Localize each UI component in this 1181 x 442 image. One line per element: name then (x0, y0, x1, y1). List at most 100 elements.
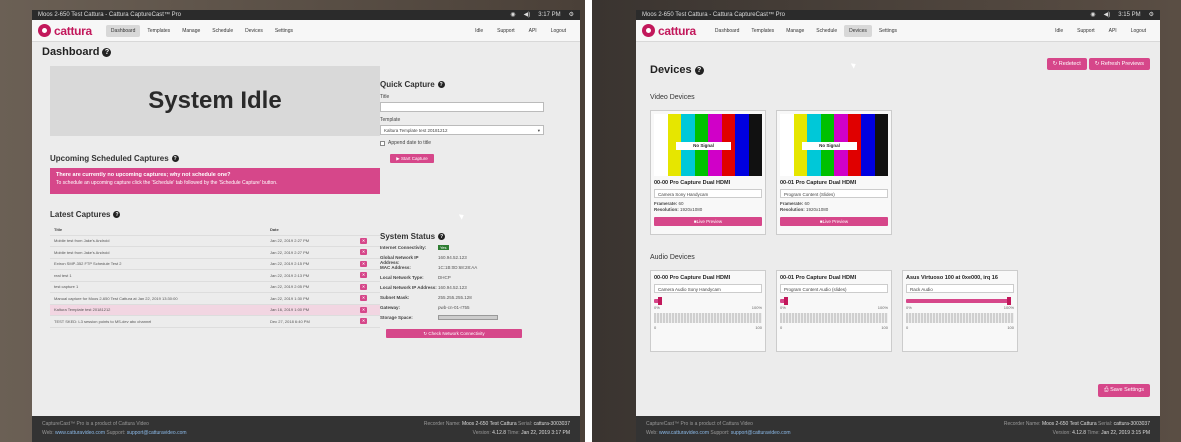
capture-title[interactable]: Kaltura Template test 20181212 (50, 307, 270, 312)
capture-title[interactable]: Mobile test from Jake's Android (50, 250, 270, 255)
capture-title[interactable]: TEST SKED: L3 session points to MS-dev a… (50, 319, 270, 324)
audio-devices-heading: Audio Devices (650, 254, 695, 261)
audio-input-name[interactable]: Camera Audio Sony Handycam (654, 284, 762, 293)
tab-dashboard[interactable]: Dashboard (105, 24, 141, 37)
checkbox-box[interactable] (380, 140, 385, 146)
logout-link[interactable]: Logout (1131, 28, 1146, 34)
tab-templates[interactable]: Templates (142, 25, 175, 37)
help-icon[interactable]: ? (102, 47, 112, 57)
support-link[interactable]: Support (1077, 28, 1095, 34)
api-link[interactable]: API (529, 28, 537, 34)
logout-link[interactable]: Logout (551, 28, 566, 34)
cattura-logo[interactable]: cattura (642, 24, 696, 38)
table-row[interactable]: Manual capture for Moos 2-650 Test Cattu… (50, 293, 380, 305)
live-preview-button[interactable]: ■Live Preview (780, 217, 888, 226)
delete-icon[interactable]: ✕ (360, 237, 367, 244)
capture-date: Dec 27, 2018 6:40 PM (270, 318, 310, 324)
table-header: Title Date (50, 224, 380, 236)
network-icon[interactable]: ◉ (1090, 10, 1095, 20)
audio-input-name[interactable]: Rack Audio (906, 284, 1014, 293)
tab-templates[interactable]: Templates (746, 25, 779, 37)
video-input-name[interactable]: Program Content (Slides) (780, 189, 888, 198)
refresh-previews-button[interactable]: ↻ Refresh Previews (1088, 58, 1150, 70)
capture-title[interactable]: real test 1 (50, 273, 270, 278)
help-icon[interactable]: ? (171, 155, 179, 162)
delete-icon[interactable]: ✕ (360, 260, 367, 267)
capture-date: Jan 22, 2019 1:30 PM (270, 295, 310, 301)
capture-title[interactable]: Mobile test from Jake's Android (50, 238, 270, 243)
help-icon[interactable]: ? (437, 81, 445, 88)
cattura-logo[interactable]: cattura (38, 24, 92, 38)
delete-icon[interactable]: ✕ (360, 272, 367, 279)
status-row: Storage Space: (380, 315, 544, 325)
web-link[interactable]: www.catturavideo.com (659, 430, 709, 436)
slider-scale: 0% 100% (906, 305, 1014, 310)
title-input[interactable] (380, 102, 544, 112)
status-value: pwb-cn-01-r755 (438, 305, 470, 310)
volume-icon[interactable]: ◀) (1104, 10, 1111, 20)
tab-schedule[interactable]: Schedule (811, 25, 842, 37)
delete-icon[interactable]: ✕ (360, 283, 367, 290)
mouse-cursor (458, 212, 466, 220)
tab-dashboard[interactable]: Dashboard (710, 25, 744, 37)
gear-icon[interactable]: ⚙ (1149, 10, 1154, 20)
table-row[interactable]: Mobile test from Jake's Android Jan 22, 2… (50, 247, 380, 259)
footer-right: Recorder Name: Moos 2-650 Test Cattura S… (1004, 421, 1150, 437)
volume-slider[interactable] (654, 297, 663, 305)
tab-schedule[interactable]: Schedule (207, 25, 238, 37)
live-preview-label: Live Preview (696, 219, 723, 224)
audio-device-name: 00-00 Pro Capture Dual HDMI (654, 275, 731, 281)
template-select[interactable]: Kaltura Template test 20181212 ▾ (380, 125, 544, 135)
support-link[interactable]: Support (497, 28, 515, 34)
video-input-name[interactable]: Camera Sony Handycam (654, 189, 762, 198)
tab-devices[interactable]: Devices (240, 25, 268, 37)
network-icon[interactable]: ◉ (510, 10, 515, 20)
live-preview-button[interactable]: ■Live Preview (654, 217, 762, 226)
delete-icon[interactable]: ✕ (360, 318, 367, 325)
audio-input-name[interactable]: Program Content Audio (slides) (780, 284, 888, 293)
append-date-checkbox[interactable]: Append date to title (380, 140, 544, 146)
tab-settings[interactable]: Settings (270, 25, 298, 37)
help-icon[interactable]: ? (694, 65, 704, 75)
clock: 3:17 PM (538, 12, 561, 18)
volume-icon[interactable]: ◀) (524, 10, 531, 20)
tab-manage[interactable]: Manage (177, 25, 205, 37)
delete-icon[interactable]: ✕ (360, 249, 367, 256)
help-icon[interactable]: ? (438, 233, 446, 240)
start-capture-button[interactable]: ▶ Start Capture (390, 154, 434, 163)
support-email-link[interactable]: support@catturavideo.com (127, 430, 187, 436)
capture-date: Jan 22, 2019 2:05 PM (270, 284, 310, 290)
slider-handle[interactable] (658, 297, 663, 305)
logo-icon (38, 24, 51, 37)
latest-captures-table: Title Date Mobile test from Jake's Andro… (50, 224, 380, 328)
save-settings-button[interactable]: ⎙ Save Settings (1098, 384, 1150, 397)
table-row[interactable]: TEST SKED: L3 session points to MS-dev a… (50, 316, 380, 328)
table-row[interactable]: test capture 1 Jan 22, 2019 2:05 PM ✕ (50, 282, 380, 293)
table-row[interactable]: Kaltura Template test 20181212 Jan 16, 20… (50, 304, 380, 316)
volume-slider[interactable] (780, 297, 789, 305)
tab-settings[interactable]: Settings (874, 25, 902, 37)
table-row[interactable]: real test 1 Jan 22, 2019 2:13 PM ✕ (50, 270, 380, 282)
help-icon[interactable]: ? (113, 211, 121, 218)
redetect-button[interactable]: ↻ Redetect (1046, 58, 1087, 70)
table-row[interactable]: Extron SMP-352 FTP Schedule Test 2 Jan 22… (50, 259, 380, 270)
delete-icon[interactable]: ✕ (360, 295, 367, 302)
tab-devices[interactable]: Devices (844, 24, 872, 37)
support-email-link[interactable]: support@catturavideo.com (731, 430, 791, 436)
slider-handle[interactable] (784, 297, 789, 305)
gear-icon[interactable]: ⚙ (569, 10, 574, 20)
table-row[interactable]: Mobile test from Jake's Android Jan 22, 2… (50, 236, 380, 247)
capture-title[interactable]: Extron SMP-352 FTP Schedule Test 2 (50, 261, 270, 266)
footer-left: CaptureCast™ Pro is a product of Cattura… (42, 421, 187, 437)
delete-icon[interactable]: ✕ (360, 306, 367, 313)
check-connectivity-button[interactable]: ↻ Check Network Connectivity (386, 329, 522, 338)
alert-title: There are currently no upcoming captures… (56, 172, 231, 178)
capture-title[interactable]: test capture 1 (50, 284, 270, 289)
capture-title[interactable]: Manual capture for Moos 2-650 Test Cattu… (50, 296, 270, 301)
volume-slider[interactable] (906, 297, 1011, 305)
tab-manage[interactable]: Manage (781, 25, 809, 37)
api-link[interactable]: API (1109, 28, 1117, 34)
web-link[interactable]: www.catturavideo.com (55, 430, 105, 436)
slider-handle[interactable] (1006, 297, 1011, 305)
status-idle: Idle (475, 27, 484, 34)
